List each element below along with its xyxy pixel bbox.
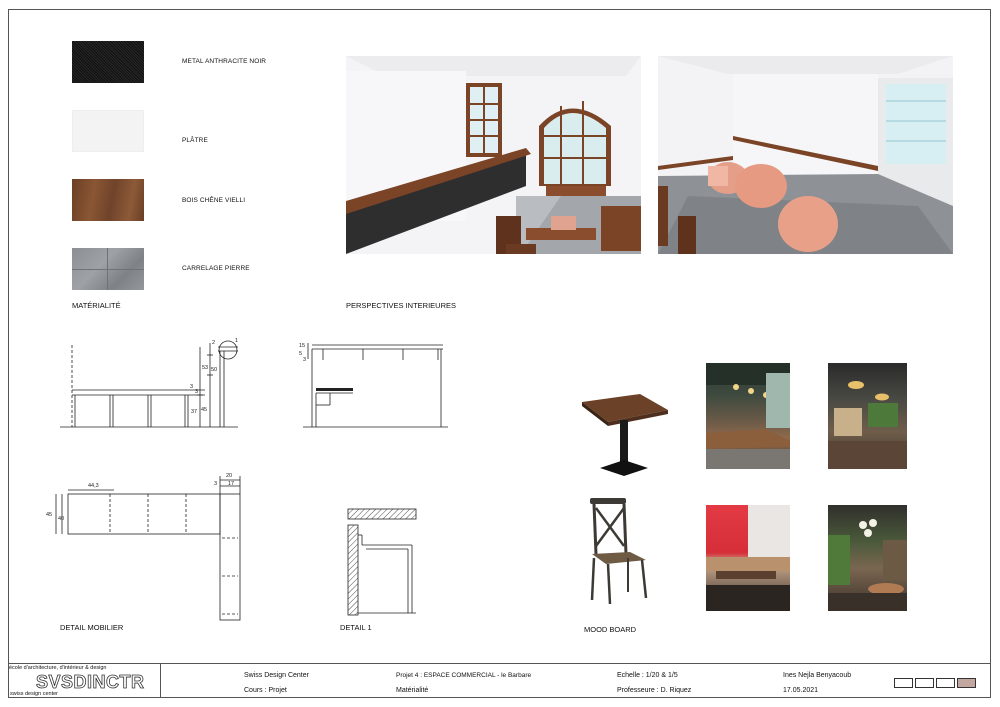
scale: Echelle : 1/20 & 1/5: [617, 672, 678, 679]
moodboard-photo-bar: [706, 363, 790, 469]
project: Projet 4 : ESPACE COMMERCIAL - le Barbar…: [396, 672, 532, 679]
detail-1-title: DETAIL 1: [340, 623, 372, 632]
dim-40: 40: [58, 516, 64, 522]
title-block: école d'architecture, d'intérieur & desi…: [8, 663, 991, 698]
dim-2: 2: [212, 340, 215, 346]
institution: Swiss Design Center: [244, 672, 309, 679]
moodboard-title: MOOD BOARD: [584, 625, 637, 634]
dim-5: 5: [299, 351, 302, 357]
subject: Matérialité: [396, 687, 429, 694]
sheet-box-1: [894, 678, 913, 688]
elevation-drawing-1: 1 2 53 50 3 3 37 45: [60, 338, 238, 428]
dim-3c: 3: [303, 357, 306, 363]
detail-mobilier-title: DETAIL MOBILIER: [60, 623, 124, 632]
dim-37: 37: [191, 409, 197, 415]
perspective-render-1: [346, 56, 641, 254]
swatch-platre: [72, 110, 144, 152]
dim-3a: 3: [190, 384, 193, 390]
dim-53: 53: [202, 365, 208, 371]
callout-1-label: 1: [235, 338, 238, 344]
logo: SVSDINCTR: [36, 672, 145, 693]
moodboard-photo-restaurant: [828, 363, 907, 469]
elevation-drawing-2: 15 5 3: [299, 343, 448, 428]
moodboard-chair: [590, 498, 648, 605]
dim-45-plan: 45: [46, 512, 52, 518]
dim-15: 15: [299, 343, 305, 349]
material-label-metal: METAL ANTHRACITE NOIR: [182, 58, 267, 65]
sheet-box-4-current: [957, 678, 976, 688]
material-label-platre: PLÂTRE: [182, 137, 208, 144]
material-label-carrelage: CARRELAGE PIERRE: [182, 265, 250, 272]
plan-drawing: 44,3 45 40 20 17 3: [46, 473, 241, 621]
dim-17: 17: [228, 481, 234, 487]
dim-20: 20: [226, 473, 232, 479]
professor: Professeure : D. Riquez: [617, 687, 692, 694]
dim-45: 45: [201, 407, 207, 413]
dim-3d: 3: [214, 481, 217, 487]
logo-sub: swiss design center: [10, 691, 58, 697]
moodboard-photo-plants: [828, 505, 907, 611]
swatch-metal: [72, 41, 144, 83]
material-label-bois: BOIS CHÊNE VIELLI: [182, 197, 246, 204]
sheet-box-3: [936, 678, 955, 688]
dim-44-3: 44,3: [88, 483, 99, 489]
school-line: école d'architecture, d'intérieur & desi…: [9, 665, 107, 671]
moodboard-table: [582, 394, 668, 476]
detail-1-drawing: [347, 508, 417, 616]
course: Cours : Projet: [244, 687, 287, 694]
author: Ines Nejla Benyacoub: [783, 672, 852, 679]
swatch-bois: [72, 179, 144, 221]
sheet-box-2: [915, 678, 934, 688]
materials-title: MATÉRIALITÉ: [72, 301, 121, 310]
perspective-render-2: [658, 56, 953, 254]
swatch-carrelage: [72, 248, 144, 290]
perspectives-title: PERSPECTIVES INTERIEURES: [346, 301, 457, 310]
dim-3b: 3: [195, 389, 198, 395]
moodboard-photo-neon: [706, 505, 790, 611]
dim-50: 50: [211, 367, 217, 373]
date: 17.05.2021: [783, 687, 819, 694]
